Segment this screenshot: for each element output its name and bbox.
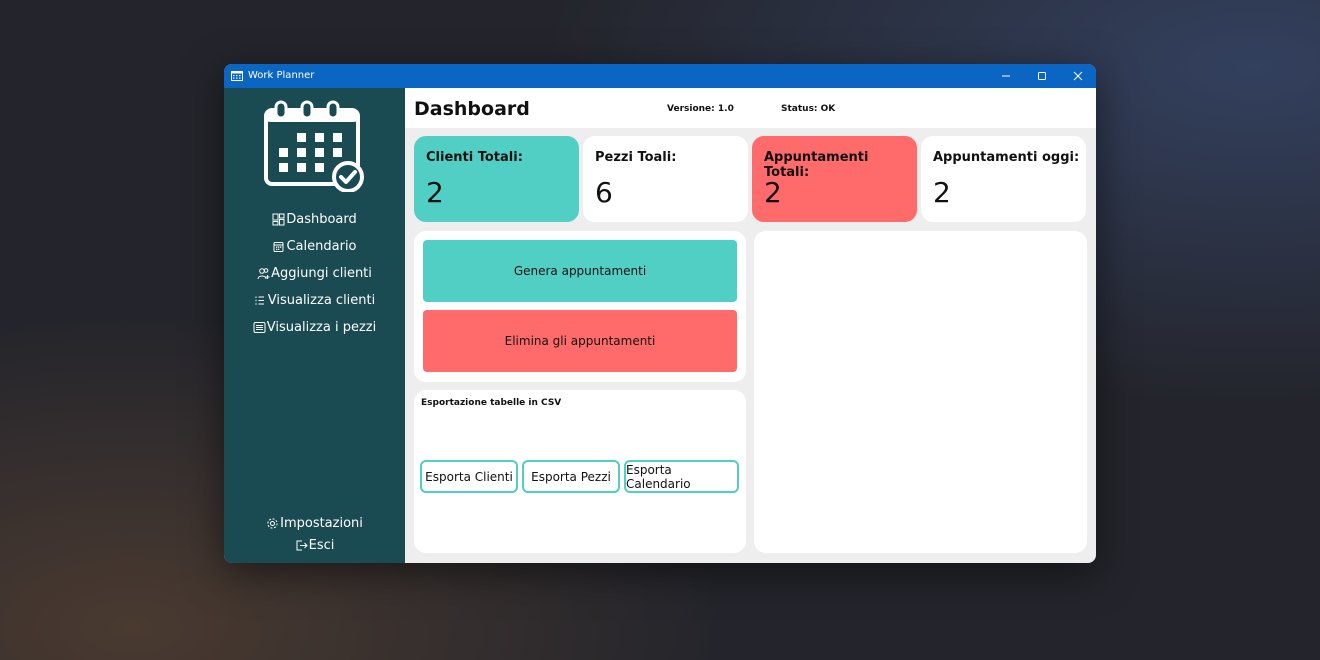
stat-card-label: Appuntamenti Totali: [764, 150, 869, 180]
sidebar-item-label: Visualizza i pezzi [266, 319, 377, 335]
sidebar-item-esci[interactable]: Esci [224, 535, 405, 555]
sidebar-item-calendario[interactable]: Calendario [224, 236, 405, 256]
stat-card-clienti-totali: Clienti Totali: 2 [414, 136, 579, 222]
main-content: Dashboard Versione: 1.0 Status: OK Clien… [405, 88, 1096, 563]
export-clienti-button[interactable]: Esporta Clienti [420, 460, 518, 493]
stat-card-value: 2 [426, 176, 444, 209]
sidebar-item-impostazioni[interactable]: Impostazioni [224, 513, 405, 533]
close-icon [1073, 71, 1083, 81]
export-pezzi-button[interactable]: Esporta Pezzi [522, 460, 620, 493]
delete-appointments-button[interactable]: Elimina gli appuntamenti [423, 310, 737, 372]
maximize-icon [1038, 72, 1046, 80]
stat-card-label: Pezzi Toali: [595, 150, 677, 165]
stat-card-pezzi-totali: Pezzi Toali: 6 [583, 136, 748, 222]
stat-card-appuntamenti-oggi: Appuntamenti oggi: 2 [921, 136, 1086, 222]
sidebar-item-label: Aggiungi clienti [271, 265, 372, 281]
sidebar-item-visualizza-pezzi[interactable]: Visualizza i pezzi [224, 317, 405, 337]
content-panel [754, 231, 1087, 553]
calendar-check-logo [264, 100, 364, 192]
window-title: Work Planner [248, 70, 315, 81]
title-bar[interactable]: Work Planner [224, 64, 1096, 88]
sidebar: Dashboard Calendario Aggiungi clienti Vi… [224, 88, 405, 563]
dashboard-icon [272, 213, 285, 225]
sidebar-item-visualizza-clienti[interactable]: Visualizza clienti [224, 290, 405, 310]
calendar-app-icon [231, 71, 243, 81]
sidebar-item-label: Dashboard [286, 211, 357, 227]
stat-card-label: Clienti Totali: [426, 150, 523, 165]
add-user-icon [257, 267, 270, 279]
minimize-icon [1002, 75, 1010, 77]
sidebar-item-label: Esci [308, 537, 335, 553]
stat-card-appuntamenti-totali: Appuntamenti Totali: 2 [752, 136, 917, 222]
sidebar-item-aggiungi-clienti[interactable]: Aggiungi clienti [224, 263, 405, 283]
actions-panel: Genera appuntamenti Elimina gli appuntam… [414, 231, 746, 382]
stat-card-value: 2 [764, 176, 782, 209]
export-panel: Esportazione tabelle in CSV Esporta Clie… [414, 390, 746, 553]
page-title: Dashboard [414, 98, 530, 120]
status-label: Status: OK [781, 104, 836, 114]
close-button[interactable] [1060, 64, 1096, 88]
minimize-button[interactable] [988, 64, 1024, 88]
logout-icon [296, 540, 308, 550]
sidebar-item-label: Impostazioni [280, 515, 363, 531]
maximize-button[interactable] [1024, 64, 1060, 88]
export-panel-title: Esportazione tabelle in CSV [421, 398, 562, 408]
sidebar-item-label: Visualizza clienti [267, 292, 376, 308]
stat-card-label: Appuntamenti oggi: [933, 150, 1080, 165]
app-window: Work Planner Dashboard Calendario Aggiun… [224, 64, 1096, 563]
list-icon [255, 296, 264, 305]
stat-card-value: 6 [595, 176, 613, 209]
gear-icon [267, 517, 278, 529]
table-icon [253, 321, 266, 333]
sidebar-item-dashboard[interactable]: Dashboard [224, 209, 405, 229]
header: Dashboard Versione: 1.0 Status: OK [405, 88, 1096, 128]
calendar-icon [273, 241, 284, 252]
version-label: Versione: 1.0 [667, 104, 734, 114]
export-calendario-button[interactable]: Esporta Calendario [624, 460, 739, 493]
generate-appointments-button[interactable]: Genera appuntamenti [423, 240, 737, 302]
sidebar-item-label: Calendario [286, 238, 357, 254]
stat-card-value: 2 [933, 176, 951, 209]
